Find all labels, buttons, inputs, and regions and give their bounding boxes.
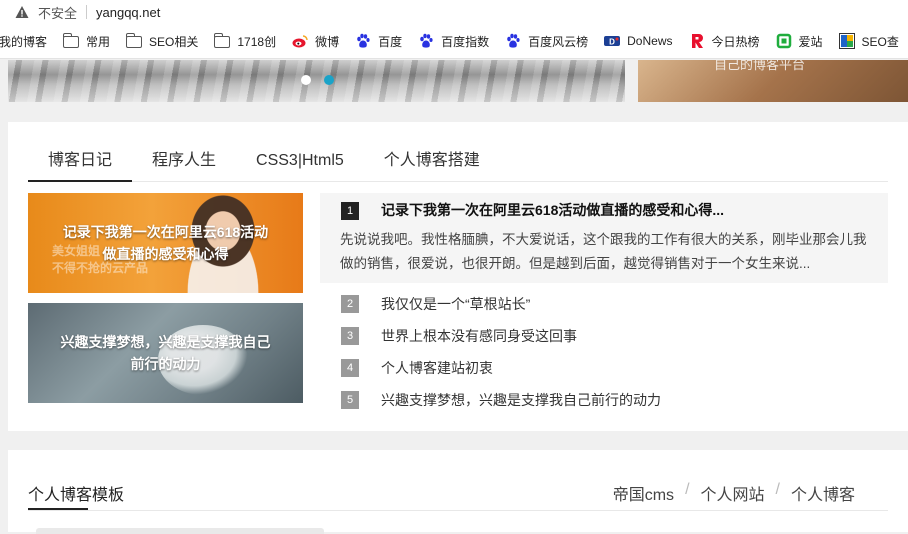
address-bar[interactable]: 不安全 yangqq.net [0, 0, 908, 24]
thumbnail-caption: 兴趣支撑梦想，兴趣是支撑我自己前行的动力 [60, 334, 271, 372]
list-item-title[interactable]: 个人博客建站初衷 [381, 358, 493, 378]
svg-text:D: D [609, 38, 615, 47]
rank-badge: 3 [341, 327, 359, 345]
bookmark-label: SEO查 [861, 34, 899, 49]
divider [86, 5, 88, 19]
weibo-icon [292, 33, 308, 49]
bookmark-label: 我的博客 [0, 34, 48, 49]
tab-blog-building[interactable]: 个人博客搭建 [364, 144, 500, 182]
baidu-paw-icon [355, 33, 371, 49]
aizhan-icon [776, 33, 792, 49]
templates-panel: 个人博客模板 帝国cms / 个人网站 / 个人博客 [8, 450, 908, 534]
bookmark-label: 爱站 [798, 34, 823, 49]
list-item[interactable]: 3 世界上根本没有感同身受这回事 [341, 320, 661, 352]
bookmark-baidu-index[interactable]: 百度指数 [418, 33, 489, 50]
section-divider [28, 510, 888, 511]
carousel-dots [301, 75, 334, 85]
bookmark-weibo[interactable]: 微博 [292, 33, 339, 50]
folder-icon [213, 33, 231, 48]
baidu-paw-icon [505, 33, 521, 49]
tag-link-personal-site[interactable]: 个人网站 [701, 481, 765, 505]
rank-badge: 2 [341, 295, 359, 313]
featured-summary: 先说说我吧。我性格腼腆，不大爱说话，这个跟我的工作有很大的关系，刚毕业那会儿我做… [340, 232, 867, 271]
tab-blog-diary[interactable]: 博客日记 [28, 144, 133, 182]
security-label[interactable]: 不安全 [38, 3, 77, 22]
link-separator: / [775, 481, 780, 498]
folder-icon [125, 33, 143, 48]
bookmark-folder-seo[interactable]: SEO相关 [125, 33, 199, 50]
section-title-underline [28, 508, 88, 510]
list-item-title[interactable]: 兴趣支撑梦想，兴趣是支撑我自己前行的动力 [381, 390, 661, 410]
warning-icon[interactable] [15, 5, 29, 19]
list-item[interactable]: 4 个人博客建站初衷 [341, 352, 661, 384]
rank-badge: 4 [341, 359, 359, 377]
bookmark-label: 1718创 [237, 34, 277, 49]
list-item-title[interactable]: 我仅仅是一个“草根站长” [381, 294, 530, 314]
blog-tabs: 博客日记 程序人生 CSS3|Html5 个人博客搭建 [28, 144, 888, 182]
bookmark-label: 今日热榜 [711, 34, 760, 49]
bookmark-label: 百度指数 [441, 34, 490, 49]
blog-panel: 博客日记 程序人生 CSS3|Html5 个人博客搭建 美女姐姐 不得不抢的云产… [8, 122, 908, 431]
bookmarks-bar: 我的博客 常用 SEO相关 1718创 微博 百度 百度指数 百度风云榜 D D… [0, 24, 908, 59]
bookmark-folder-common[interactable]: 常用 [62, 33, 111, 50]
template-card[interactable] [36, 528, 324, 534]
featured-article[interactable]: 1 记录下我第一次在阿里云618活动做直播的感受和心得... 先说说我吧。我性格… [320, 193, 888, 283]
article-thumbnail[interactable]: 美女姐姐 不得不抢的云产品 记录下我第一次在阿里云618活动做直播的感受和心得 [28, 193, 303, 293]
donews-icon: D [604, 33, 621, 49]
seo-icon [838, 33, 855, 49]
bookmark-baidu-ranking[interactable]: 百度风云榜 [505, 33, 588, 50]
url-text[interactable]: yangqq.net [96, 5, 160, 20]
bookmark-aizhan[interactable]: 爱站 [776, 33, 823, 50]
tag-links: 帝国cms / 个人网站 / 个人博客 [613, 481, 855, 505]
carousel-dot-active[interactable] [324, 75, 334, 85]
list-item-title[interactable]: 世界上根本没有感同身受这回事 [381, 326, 577, 346]
bookmark-seo[interactable]: SEO查 [838, 33, 899, 50]
bookmark-label: 百度 [378, 34, 403, 49]
article-list: 2 我仅仅是一个“草根站长” 3 世界上根本没有感同身受这回事 4 个人博客建站初衷 … [341, 288, 661, 416]
carousel-dot[interactable] [301, 75, 311, 85]
list-item[interactable]: 2 我仅仅是一个“草根站长” [341, 288, 661, 320]
bookmark-label: DoNews [627, 34, 673, 48]
tab-css3-html5[interactable]: CSS3|Html5 [236, 144, 364, 182]
bookmark-folder-1718[interactable]: 1718创 [213, 33, 277, 50]
r-logo-icon [689, 33, 705, 49]
tab-programmer-life[interactable]: 程序人生 [132, 144, 236, 182]
featured-title[interactable]: 记录下我第一次在阿里云618活动做直播的感受和心得... [381, 200, 724, 220]
bookmark-label: 微博 [315, 34, 340, 49]
link-separator: / [685, 481, 690, 498]
side-banner-caption: 自己的博客平台 [714, 60, 806, 72]
baidu-paw-icon [418, 33, 434, 49]
bookmark-label: 百度风云榜 [528, 34, 589, 49]
bookmark-label: SEO相关 [149, 34, 199, 49]
section-title: 个人博客模板 [28, 487, 125, 504]
tag-link-personal-blog[interactable]: 个人博客 [791, 481, 855, 505]
bookmark-baidu[interactable]: 百度 [355, 33, 402, 50]
list-item[interactable]: 5 兴趣支撑梦想，兴趣是支撑我自己前行的动力 [341, 384, 661, 416]
bookmark-label: 常用 [86, 34, 111, 49]
folder-icon [62, 33, 80, 48]
thumbnail-caption: 记录下我第一次在阿里云618活动做直播的感受和心得 [62, 224, 269, 262]
rank-badge: 5 [341, 391, 359, 409]
article-thumbnail[interactable]: 兴趣支撑梦想，兴趣是支撑我自己前行的动力 [28, 303, 303, 403]
tag-link-cms[interactable]: 帝国cms [613, 481, 674, 505]
bookmark-today-hot[interactable]: 今日热榜 [689, 33, 760, 50]
hero-carousel[interactable] [8, 60, 625, 102]
bookmark-donews[interactable]: D DoNews [604, 33, 673, 49]
side-banner[interactable]: 自己的博客平台 [638, 60, 908, 102]
bookmark-my-blog[interactable]: 我的博客 [0, 33, 47, 50]
rank-badge: 1 [341, 202, 359, 220]
